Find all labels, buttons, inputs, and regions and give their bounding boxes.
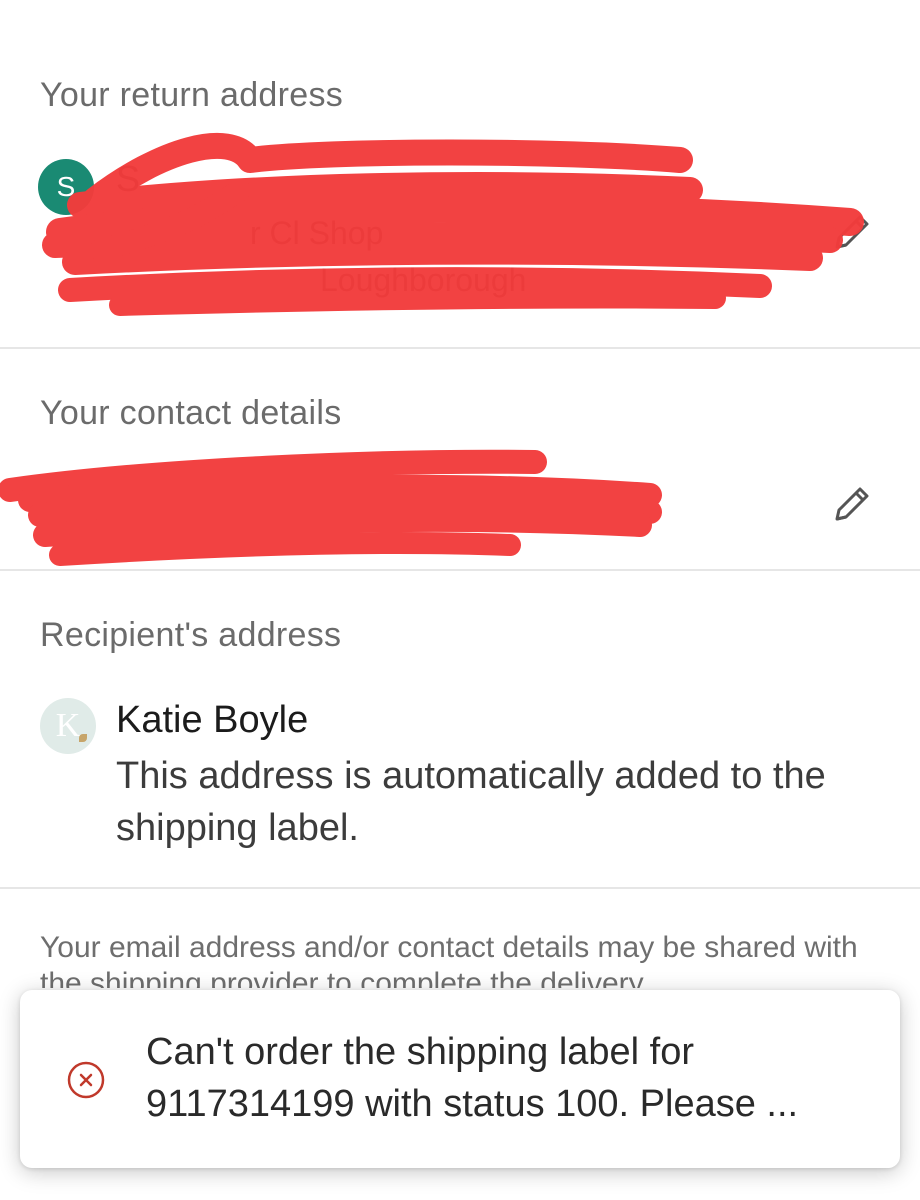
recipient-name: Katie Boyle <box>116 699 309 741</box>
return-address-title: Your return address <box>40 76 344 114</box>
contact-details-title: Your contact details <box>40 394 342 432</box>
sender-address-line-2: Loughborough <box>320 262 527 298</box>
recipient-address-note: This address is automatically added to t… <box>116 755 826 849</box>
section-divider <box>0 887 920 889</box>
error-toast[interactable]: Can't order the shipping label for 91173… <box>20 990 900 1168</box>
section-divider <box>0 347 920 349</box>
toast-message: Can't order the shipping label for 91173… <box>146 1031 799 1125</box>
error-circle-x-icon <box>67 1061 105 1099</box>
sender-avatar: S <box>38 159 94 215</box>
edit-contact-details-pencil-icon[interactable] <box>828 480 876 528</box>
sender-name: S <box>116 158 141 199</box>
sender-address-line-1: r Cl Shop <box>250 215 384 251</box>
leaf-icon <box>79 734 87 742</box>
edit-return-address-pencil-icon[interactable] <box>828 208 876 256</box>
recipient-avatar: K <box>40 698 96 754</box>
recipient-avatar-initial: K <box>55 707 81 744</box>
privacy-footnote: Your email address and/or contact detail… <box>40 931 858 988</box>
recipient-address-title: Recipient's address <box>40 616 342 654</box>
section-divider <box>0 569 920 571</box>
